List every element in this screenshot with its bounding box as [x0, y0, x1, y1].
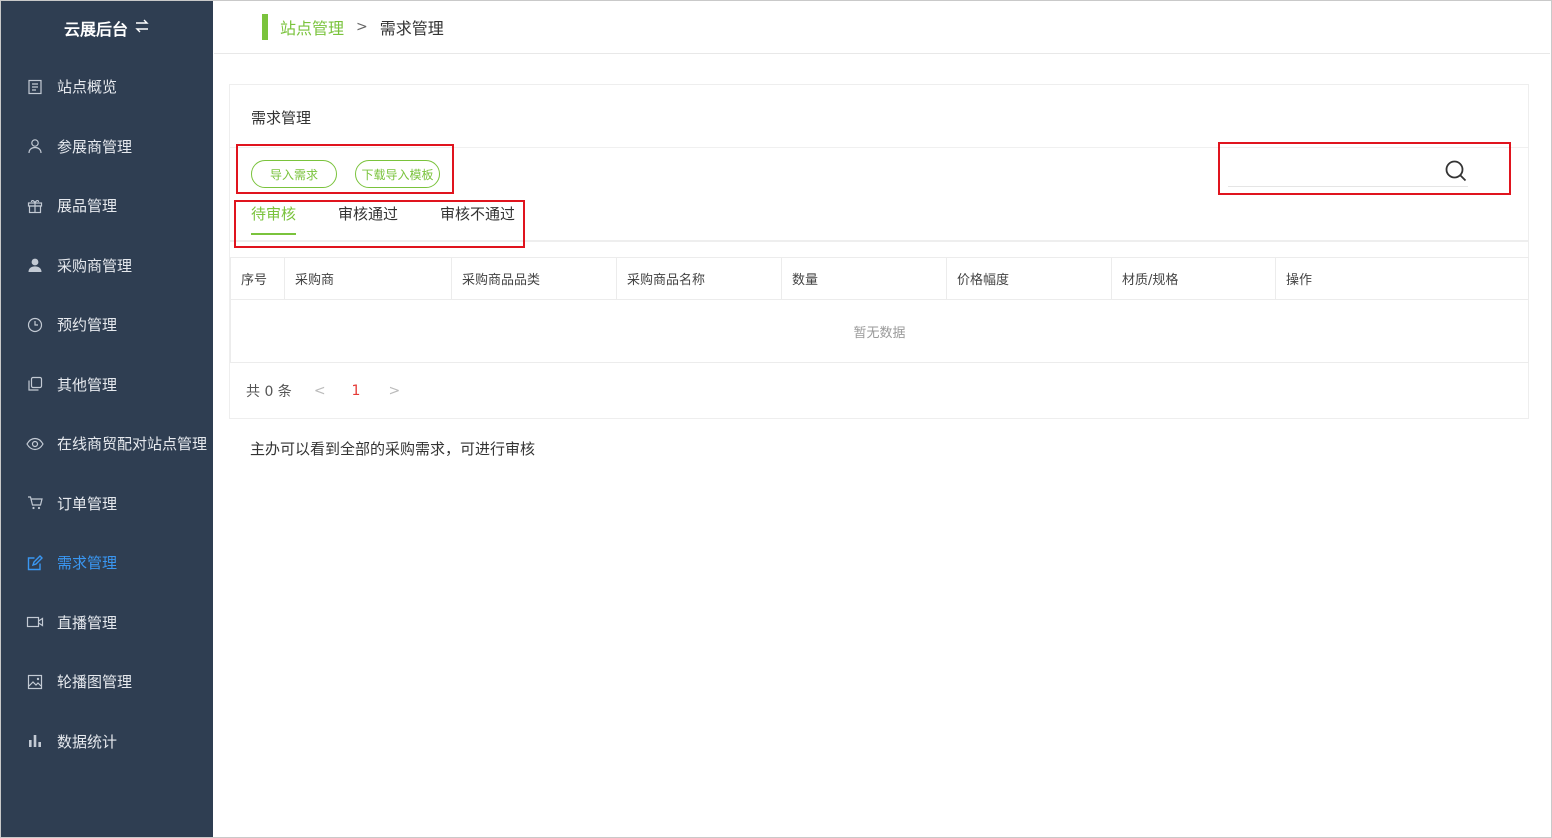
sidebar-menu: 站点概览 参展商管理 展品管理 采购商管理 预约管理 其他管理 在线商贸配对站点…: [1, 57, 213, 771]
sidebar-item-label: 展品管理: [57, 197, 118, 216]
column-header-material-spec: 材质/规格: [1112, 257, 1276, 300]
brand-title: 云展后台: [63, 20, 128, 39]
sidebar-item-label: 轮播图管理: [57, 673, 133, 692]
cart-icon: [25, 493, 45, 513]
column-header-buyer: 采购商: [285, 257, 452, 300]
help-note: 主办可以看到全部的采购需求，可进行审核: [250, 440, 536, 458]
sidebar-item-carousel[interactable]: 轮播图管理: [1, 652, 213, 712]
clock-icon: [25, 315, 45, 335]
sidebar-item-statistics[interactable]: 数据统计: [1, 712, 213, 772]
edit-icon: [25, 553, 45, 573]
column-header-quantity: 数量: [782, 257, 947, 300]
highlight-box-search: [1218, 142, 1511, 195]
document-icon: [25, 77, 45, 97]
pagination: 共 0 条 < 1 >: [246, 381, 400, 401]
highlight-box-tabs: [234, 200, 525, 248]
sidebar-item-label: 在线商贸配对站点管理: [57, 435, 208, 454]
sidebar-item-label: 采购商管理: [57, 256, 133, 275]
breadcrumb-current: 需求管理: [379, 19, 444, 38]
column-header-product-name: 采购商品名称: [617, 257, 782, 300]
sidebar-item-orders[interactable]: 订单管理: [1, 474, 213, 534]
highlight-box-action-buttons: [236, 144, 454, 194]
breadcrumb: 站点管理 > 需求管理: [280, 15, 444, 39]
copy-icon: [25, 374, 45, 394]
sidebar-item-label: 数据统计: [57, 732, 118, 751]
table-header: 序号 采购商 采购商品品类 采购商品名称 数量 价格幅度 材质/规格 操作: [231, 257, 1528, 300]
column-header-index: 序号: [231, 257, 285, 300]
sidebar-item-exhibitors[interactable]: 参展商管理: [1, 117, 213, 177]
image-icon: [25, 672, 45, 692]
gift-icon: [25, 196, 45, 216]
column-header-price-range: 价格幅度: [947, 257, 1112, 300]
switch-icon[interactable]: [134, 19, 150, 37]
video-icon: [25, 612, 45, 632]
sidebar-item-label: 预约管理: [57, 316, 118, 335]
table-empty-text: 暂无数据: [853, 325, 906, 341]
breadcrumb-separator: >: [356, 19, 368, 35]
column-header-actions: 操作: [1286, 273, 1313, 288]
sidebar-item-label: 直播管理: [57, 613, 118, 632]
pagination-next-button[interactable]: >: [388, 383, 400, 399]
demand-table: 序号 采购商 采购商品品类 采购商品名称 数量 价格幅度 材质/规格 操作 暂无…: [230, 257, 1529, 363]
sidebar-item-appointments[interactable]: 预约管理: [1, 295, 213, 355]
sidebar: 云展后台 站点概览 参展商管理 展品管理 采购商管理 预约管理 其他管理 在线商…: [1, 1, 213, 837]
brand: 云展后台: [1, 1, 213, 55]
sidebar-item-buyers[interactable]: 采购商管理: [1, 236, 213, 296]
header: 站点管理 > 需求管理: [214, 1, 1550, 54]
pagination-page-1[interactable]: 1: [352, 383, 361, 399]
sidebar-item-exhibits[interactable]: 展品管理: [1, 176, 213, 236]
sidebar-item-label: 站点概览: [57, 78, 118, 97]
person-filled-icon: [25, 255, 45, 275]
sidebar-item-label: 其他管理: [57, 375, 118, 394]
sidebar-item-label: 参展商管理: [57, 137, 133, 156]
user-icon: [25, 136, 45, 156]
breadcrumb-root-link[interactable]: 站点管理: [280, 15, 344, 39]
pagination-prev-button[interactable]: <: [314, 383, 326, 399]
eye-icon: [25, 434, 45, 454]
sidebar-item-overview[interactable]: 站点概览: [1, 57, 213, 117]
sidebar-item-live[interactable]: 直播管理: [1, 593, 213, 653]
sidebar-item-other[interactable]: 其他管理: [1, 355, 213, 415]
sidebar-item-label: 需求管理: [57, 554, 118, 573]
bar-chart-icon: [25, 731, 45, 751]
sidebar-item-label: 订单管理: [57, 494, 118, 513]
demand-management-card: 需求管理 导入需求 下载导入模板 待审核 审核通过 审核不通过 序号 采购商 采…: [229, 84, 1529, 419]
column-header-category: 采购商品品类: [452, 257, 617, 300]
sidebar-item-matching-sites[interactable]: 在线商贸配对站点管理: [1, 414, 213, 474]
sidebar-item-demands[interactable]: 需求管理: [1, 533, 213, 593]
pagination-total: 共 0 条: [246, 384, 292, 400]
card-title: 需求管理: [251, 109, 312, 127]
breadcrumb-accent-bar: [262, 14, 268, 40]
